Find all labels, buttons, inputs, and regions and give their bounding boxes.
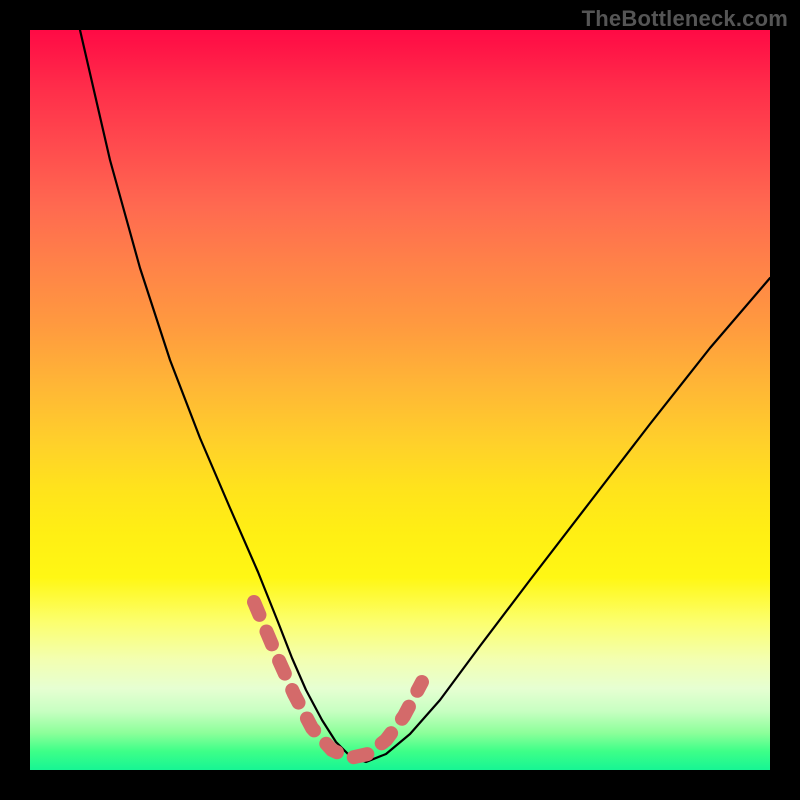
watermark-text: TheBottleneck.com: [582, 6, 788, 32]
plot-area: [30, 30, 770, 770]
bottleneck-curve-path: [80, 30, 770, 762]
chart-stage: TheBottleneck.com: [0, 0, 800, 800]
curve-layer: [30, 30, 770, 770]
